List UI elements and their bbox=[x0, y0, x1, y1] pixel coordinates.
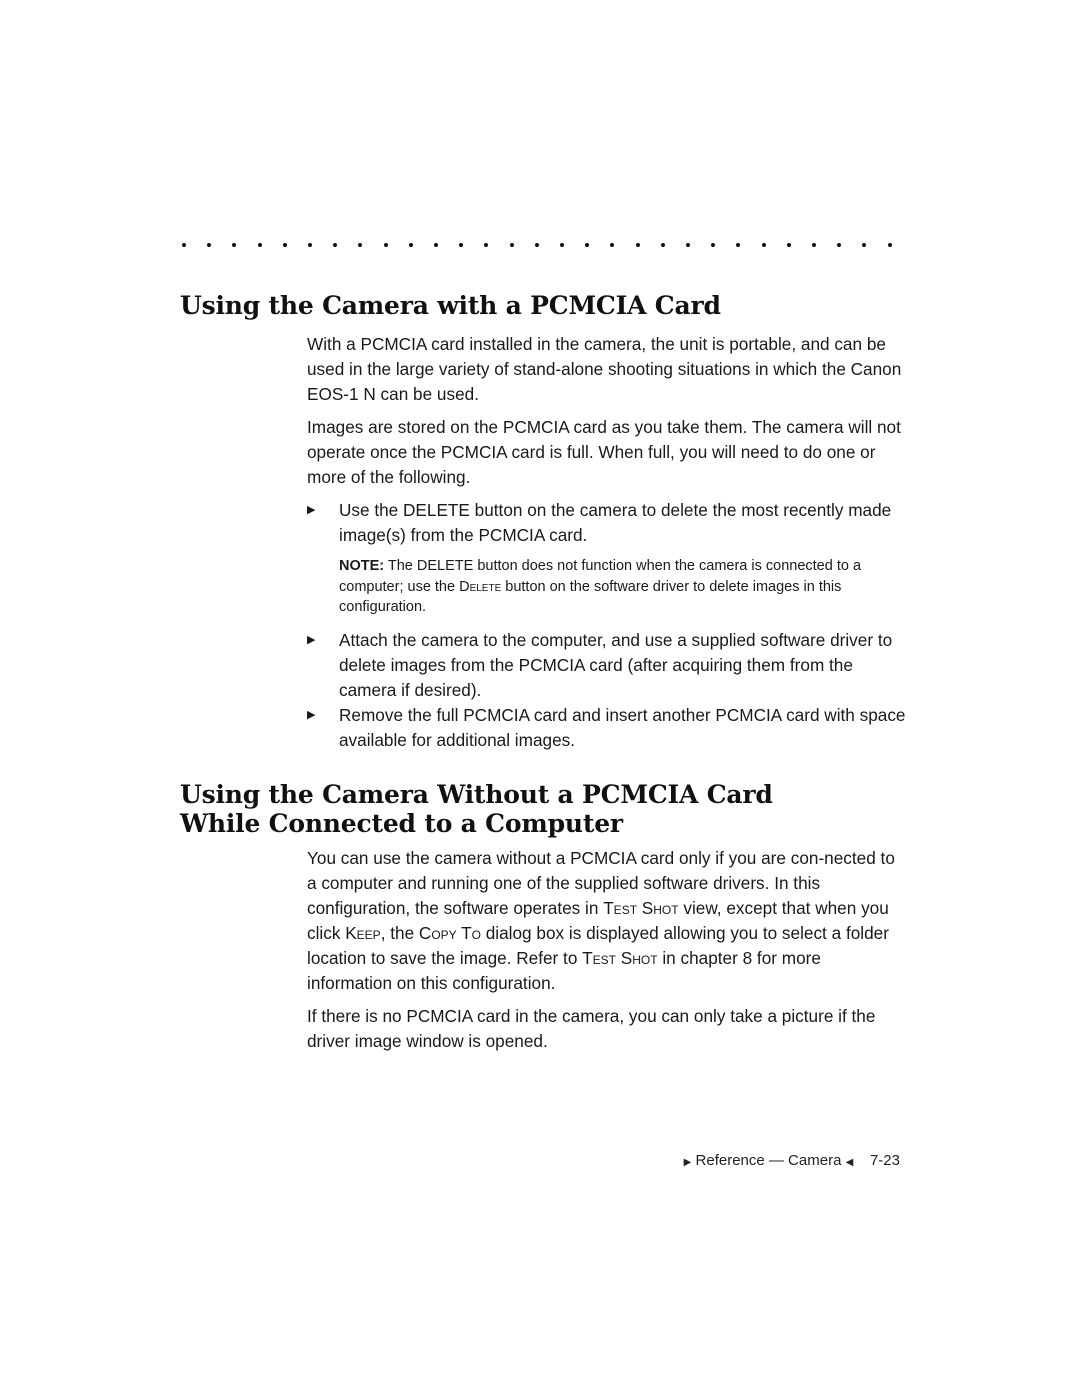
bullet-item: ▶ Use the DELETE button on the camera to… bbox=[307, 498, 907, 548]
bullet-text: Use the DELETE button on the camera to d… bbox=[339, 500, 892, 545]
dotted-divider bbox=[182, 240, 902, 250]
divider-dot bbox=[383, 243, 388, 247]
triangle-bullet-icon: ▶ bbox=[307, 504, 316, 516]
section-heading-without-card: Using the Camera Without a PCMCIA Card W… bbox=[180, 780, 773, 838]
page-number: 7-23 bbox=[869, 1152, 900, 1169]
footer-section-label: Reference — Camera bbox=[695, 1152, 842, 1169]
divider-dot bbox=[560, 243, 564, 247]
divider-dot bbox=[182, 243, 186, 247]
right-triangle-icon: ▶ bbox=[683, 1157, 692, 1168]
divider-dot bbox=[686, 243, 690, 247]
bullet-text: Remove the full PCMCIA card and insert a… bbox=[339, 704, 906, 750]
bullet-item: ▶ Remove the full PCMCIA card and insert… bbox=[307, 703, 907, 753]
divider-dot bbox=[862, 243, 867, 247]
triangle-bullet-icon: ▶ bbox=[307, 633, 316, 646]
divider-dot bbox=[761, 243, 766, 247]
divider-dot bbox=[660, 243, 665, 247]
divider-dot bbox=[887, 243, 892, 247]
divider-dot bbox=[282, 243, 287, 247]
divider-dot bbox=[257, 243, 262, 247]
section-body-without-card: You can use the camera without a PCMCIA … bbox=[307, 846, 907, 1054]
test-shot-reference: Test Shot bbox=[603, 898, 679, 918]
keep-button-reference: Keep bbox=[345, 923, 381, 943]
note-label: NOTE: bbox=[339, 558, 385, 574]
delete-button-reference: Delete bbox=[459, 578, 502, 595]
divider-dot bbox=[358, 243, 363, 247]
divider-dot bbox=[207, 243, 212, 247]
manual-page: Using the Camera with a PCMCIA Card With… bbox=[0, 0, 1080, 1397]
divider-dot bbox=[711, 243, 716, 247]
divider-dot bbox=[610, 243, 615, 247]
divider-dot bbox=[408, 243, 413, 247]
triangle-bullet-icon: ▶ bbox=[307, 708, 316, 721]
divider-dot bbox=[459, 243, 464, 247]
paragraph: With a PCMCIA card installed in the came… bbox=[307, 334, 902, 404]
paragraph: You can use the camera without a PCMCIA … bbox=[307, 846, 907, 996]
divider-dot bbox=[812, 243, 816, 247]
divider-dot bbox=[837, 243, 842, 247]
section-body-with-card: With a PCMCIA card installed in the came… bbox=[307, 332, 907, 753]
divider-dot bbox=[308, 243, 312, 247]
divider-dot bbox=[736, 243, 741, 247]
divider-dot bbox=[509, 243, 514, 247]
heading-line: While Connected to a Computer bbox=[180, 809, 623, 838]
note: NOTE: The DELETE button does not functio… bbox=[339, 556, 907, 618]
text: , the bbox=[380, 923, 419, 943]
paragraph: If there is no PCMCIA card in the camera… bbox=[307, 1006, 876, 1051]
copy-to-dialog-reference: Copy To bbox=[418, 923, 481, 943]
divider-dot bbox=[333, 243, 338, 247]
test-shot-reference: Test Shot bbox=[582, 948, 658, 968]
divider-dot bbox=[232, 243, 237, 247]
left-triangle-icon: ◀ bbox=[845, 1157, 854, 1168]
heading-line: Using the Camera Without a PCMCIA Card bbox=[180, 780, 773, 809]
paragraph: Images are stored on the PCMCIA card as … bbox=[307, 417, 901, 487]
divider-dot bbox=[534, 243, 539, 247]
divider-dot bbox=[585, 243, 590, 247]
bullet-item: ▶ Attach the camera to the computer, and… bbox=[307, 628, 907, 703]
section-heading-with-card: Using the Camera with a PCMCIA Card bbox=[180, 291, 721, 320]
divider-dot bbox=[635, 243, 640, 247]
bullet-text: Attach the camera to the computer, and u… bbox=[339, 629, 893, 700]
divider-dot bbox=[484, 243, 489, 247]
divider-dot bbox=[434, 243, 438, 247]
page-footer: ▶ Reference — Camera ◀ 7-23 bbox=[684, 1150, 900, 1174]
divider-dot bbox=[786, 243, 791, 247]
